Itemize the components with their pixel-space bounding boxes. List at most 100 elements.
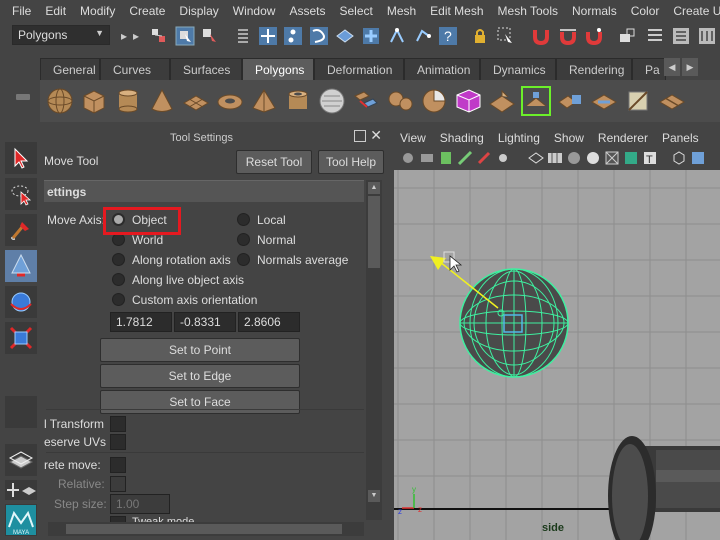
shaded-grid-icon[interactable] — [547, 150, 563, 166]
snap-view-plane-icon[interactable] — [335, 26, 355, 46]
textured-icon[interactable] — [585, 150, 601, 166]
menu-set-select[interactable]: Polygons ▼ — [12, 25, 110, 45]
radio-normals-average[interactable] — [237, 253, 250, 266]
vp-menu-lighting[interactable]: Lighting — [491, 131, 547, 145]
horizontal-scrollbar[interactable] — [48, 522, 364, 536]
menu-color[interactable]: Color — [624, 4, 667, 18]
menu-mesh[interactable]: Mesh — [380, 4, 423, 18]
set-to-face-button[interactable]: Set to Face — [100, 390, 300, 414]
camera-attributes-icon[interactable] — [419, 150, 435, 166]
reset-tool-button[interactable]: Reset Tool — [236, 150, 312, 174]
select-tool-icon[interactable] — [5, 142, 37, 174]
select-component-icon[interactable] — [200, 26, 220, 46]
menu-assets[interactable]: Assets — [282, 4, 332, 18]
discrete-move-checkbox[interactable] — [110, 457, 126, 473]
poly-pyramid-icon[interactable] — [249, 86, 279, 116]
relative-checkbox[interactable] — [110, 476, 126, 492]
poly-cylinder-icon[interactable] — [113, 86, 143, 116]
menu-window[interactable]: Window — [226, 4, 283, 18]
lights-icon[interactable] — [604, 150, 620, 166]
poly-helix-icon[interactable] — [317, 86, 347, 116]
float-panel-icon[interactable] — [354, 130, 366, 142]
paint-select-tool-icon[interactable] — [5, 214, 37, 246]
wireframe-icon[interactable] — [528, 150, 544, 166]
menu-mesh-tools[interactable]: Mesh Tools — [491, 4, 565, 18]
radio-normal[interactable] — [237, 233, 250, 246]
bridge-icon[interactable] — [555, 86, 585, 116]
tab-curves[interactable]: Curves — [100, 58, 170, 80]
menu-create[interactable]: Create — [122, 4, 172, 18]
cylinder-object[interactable] — [608, 436, 720, 540]
snap-curve-icon[interactable] — [283, 26, 303, 46]
settings-section-header[interactable]: ettings — [44, 180, 364, 202]
set-to-edge-button[interactable]: Set to Edge — [100, 364, 300, 388]
tab-deformation[interactable]: Deformation — [314, 58, 404, 80]
help-question-icon[interactable]: ? — [438, 26, 458, 46]
snap-grid-icon[interactable] — [258, 26, 278, 46]
film-gate-icon[interactable] — [495, 150, 511, 166]
scroll-up-icon[interactable]: ▲ — [368, 182, 380, 194]
layout-four-icon[interactable] — [5, 480, 37, 500]
magnet-icon[interactable] — [531, 26, 551, 46]
scroll-thumb[interactable] — [66, 524, 342, 534]
menu-select[interactable]: Select — [332, 4, 379, 18]
poly-cone-icon[interactable] — [147, 86, 177, 116]
menu-modify[interactable]: Modify — [73, 4, 122, 18]
tab-scroll-left-icon[interactable]: ◀ — [664, 58, 680, 76]
vp-menu-panels[interactable]: Panels — [655, 131, 706, 145]
select-object-icon[interactable] — [175, 26, 195, 46]
tab-general[interactable]: General — [40, 58, 100, 80]
selection-mask-icon[interactable] — [233, 26, 253, 46]
vertical-scrollbar[interactable]: ▲ ▼ — [366, 180, 382, 520]
channel-box-icon[interactable] — [697, 26, 717, 46]
viewport-3d[interactable]: z z y side — [394, 170, 720, 540]
step-size-field[interactable]: 1.00 — [110, 494, 170, 514]
isolate-cube-icon[interactable] — [671, 150, 687, 166]
scene-canvas[interactable]: z z y — [394, 170, 720, 540]
bookmark-icon[interactable] — [438, 150, 454, 166]
select-highlight-icon[interactable] — [496, 26, 516, 46]
radio-custom-axis-orientation[interactable] — [112, 293, 125, 306]
last-tool-icon[interactable] — [5, 396, 37, 428]
combine-icon[interactable] — [351, 86, 381, 116]
poly-pipe-icon[interactable] — [283, 86, 313, 116]
tool-settings-icon[interactable] — [671, 26, 691, 46]
vp-menu-show[interactable]: Show — [547, 131, 591, 145]
split-icon[interactable] — [623, 86, 653, 116]
tab-scroll-right-icon[interactable]: ▶ — [682, 58, 698, 76]
radio-along-live-object-axis[interactable] — [112, 273, 125, 286]
tab-polygons[interactable]: Polygons — [242, 58, 314, 80]
history-icon[interactable] — [387, 26, 407, 46]
smooth-icon[interactable] — [453, 86, 483, 116]
menu-edit[interactable]: Edit — [38, 4, 73, 18]
tab-overflow[interactable]: Pa — [632, 58, 666, 80]
extrude-icon[interactable] — [521, 86, 551, 116]
poly-torus-icon[interactable] — [215, 86, 245, 116]
axis-z-field[interactable]: 2.8606 — [238, 312, 300, 332]
poly-cube-icon[interactable] — [79, 86, 109, 116]
snap-point-icon[interactable] — [309, 26, 329, 46]
menu-normals[interactable]: Normals — [565, 4, 624, 18]
shelf-handle[interactable] — [0, 56, 40, 126]
lock-icon[interactable] — [470, 26, 490, 46]
text-icon[interactable]: T — [642, 150, 658, 166]
collapse-arrow-icon[interactable]: ▸ — [126, 26, 146, 46]
tab-surfaces[interactable]: Surfaces — [170, 58, 242, 80]
tab-animation[interactable]: Animation — [404, 58, 480, 80]
attribute-editor-icon[interactable] — [645, 26, 665, 46]
poly-sphere-icon[interactable] — [45, 86, 75, 116]
grid-toggle-icon[interactable] — [476, 150, 492, 166]
render-region-icon[interactable] — [617, 26, 637, 46]
rotate-tool-icon[interactable] — [5, 286, 37, 318]
snap-live-icon[interactable] — [361, 26, 381, 46]
axis-x-field[interactable]: 1.7812 — [110, 312, 172, 332]
vp-menu-renderer[interactable]: Renderer — [591, 131, 655, 145]
menu-edit-mesh[interactable]: Edit Mesh — [423, 4, 490, 18]
scroll-thumb[interactable] — [368, 196, 380, 268]
vp-menu-shading[interactable]: Shading — [433, 131, 491, 145]
preserve-uvs-checkbox[interactable] — [110, 434, 126, 450]
magnet-point-icon[interactable] — [584, 26, 604, 46]
menu-file[interactable]: File — [0, 4, 38, 18]
camera-icon[interactable] — [400, 150, 416, 166]
close-icon[interactable]: ✕ — [370, 127, 382, 144]
